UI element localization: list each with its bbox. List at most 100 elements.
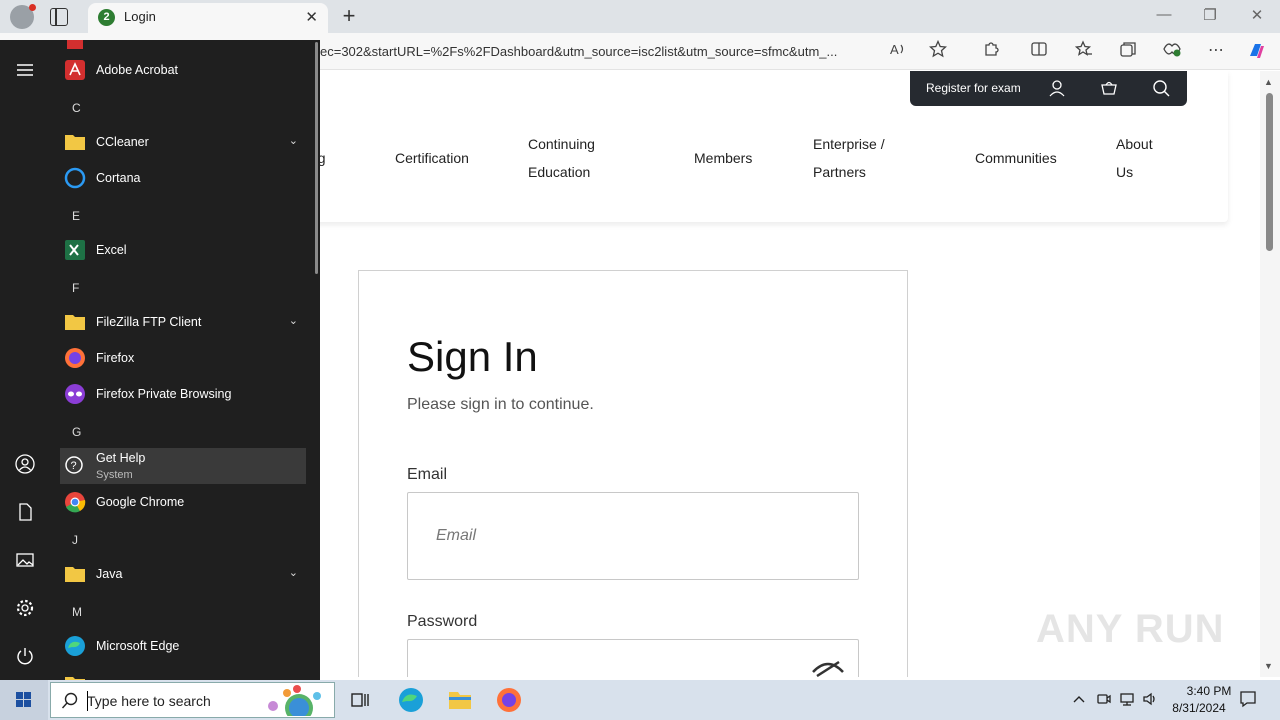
clock-time[interactable]: 3:40 PM — [1174, 684, 1244, 698]
tab-close-icon[interactable]: ✕ — [305, 8, 318, 26]
minimize-icon[interactable]: — — [1153, 6, 1175, 23]
clock-date[interactable]: 8/31/2024 — [1164, 701, 1234, 715]
list-item-ccleaner[interactable]: CCleaner ⌄ — [60, 124, 306, 160]
start-menu-scrollbar[interactable] — [315, 42, 318, 274]
split-screen-icon[interactable] — [1028, 40, 1050, 62]
list-item-get-help[interactable]: ? Get Help System — [60, 448, 306, 484]
browser-titlebar: 2 Login ✕ + — ❐ ✕ — [0, 0, 1280, 33]
nav-item-continuing-education[interactable]: Continuing Education — [528, 130, 595, 186]
new-tab-button[interactable]: + — [338, 3, 360, 29]
group-letter-f[interactable]: F — [72, 281, 79, 295]
svg-text:A: A — [890, 42, 899, 57]
nav-item-members[interactable]: Members — [694, 144, 752, 172]
favorites-icon[interactable] — [1073, 40, 1095, 62]
notifications-icon[interactable] — [1239, 690, 1257, 708]
extensions-icon[interactable] — [980, 40, 1002, 62]
account-icon[interactable] — [1048, 79, 1066, 97]
list-item-cortana[interactable]: Cortana — [60, 160, 306, 196]
group-letter-e[interactable]: E — [72, 209, 80, 223]
user-account-icon[interactable] — [15, 454, 35, 474]
file-explorer-icon[interactable] — [446, 686, 474, 714]
collections-icon[interactable] — [1117, 40, 1139, 62]
sign-in-card: Sign In Please sign in to continue. Emai… — [358, 270, 908, 677]
documents-icon[interactable] — [15, 502, 35, 522]
page-scrollbar[interactable]: ▲ ▼ — [1260, 71, 1280, 677]
browser-essentials-icon[interactable] — [1161, 40, 1183, 62]
copilot-icon[interactable] — [1246, 40, 1268, 62]
web-page: Register for exam ng Certification Conti… — [320, 71, 1260, 677]
search-icon[interactable] — [1152, 79, 1170, 97]
firefox-icon — [65, 348, 85, 368]
nav-item-training[interactable]: ng — [320, 144, 326, 172]
chevron-down-icon[interactable]: ⌄ — [289, 566, 298, 579]
search-highlight-illustration-icon — [268, 685, 321, 716]
taskbar-search-box[interactable]: Type here to search — [50, 682, 335, 718]
site-favicon-icon: 2 — [98, 9, 115, 26]
show-hidden-icons-chevron-icon[interactable] — [1071, 691, 1087, 707]
nav-item-enterprise-partners[interactable]: Enterprise / Partners — [813, 130, 885, 186]
tab-login[interactable]: 2 Login ✕ — [88, 3, 328, 33]
address-bar[interactable]: ec=302&startURL=%2Fs%2FDashboard&utm_sou… — [320, 44, 875, 59]
start-menu: Adobe Acrobat C CCleaner ⌄ Cortana E Exc… — [0, 40, 320, 680]
scroll-down-icon[interactable]: ▼ — [1264, 661, 1273, 671]
register-for-exam-link[interactable]: Register for exam — [926, 81, 1021, 95]
list-item-adobe-acrobat[interactable]: Adobe Acrobat — [60, 52, 306, 88]
edge-taskbar-icon[interactable] — [397, 686, 425, 714]
favorite-star-icon[interactable] — [927, 39, 949, 62]
svg-text:?: ? — [71, 460, 77, 472]
nav-item-about-us[interactable]: About Us — [1116, 130, 1153, 186]
chevron-down-icon[interactable]: ⌄ — [289, 134, 298, 147]
scroll-up-icon[interactable]: ▲ — [1264, 77, 1273, 87]
group-letter-j[interactable]: J — [72, 533, 78, 547]
restore-icon[interactable]: ❐ — [1199, 6, 1221, 24]
group-letter-m[interactable]: M — [72, 605, 82, 619]
volume-icon[interactable] — [1142, 691, 1158, 707]
cart-icon[interactable] — [1100, 79, 1118, 97]
window-close-icon[interactable]: ✕ — [1246, 6, 1268, 24]
utility-bar: Register for exam — [910, 71, 1187, 106]
firefox-private-icon — [65, 384, 85, 404]
hamburger-menu-icon[interactable] — [15, 60, 35, 80]
windows-start-button[interactable] — [0, 680, 48, 720]
firefox-taskbar-icon[interactable] — [495, 686, 523, 714]
folder-icon — [65, 567, 85, 582]
tab-actions-icon[interactable] — [50, 8, 68, 26]
folder-icon — [65, 315, 85, 330]
password-label: Password — [407, 613, 478, 630]
email-field[interactable] — [407, 492, 859, 580]
profile-avatar-icon[interactable] — [10, 4, 36, 29]
list-item-java[interactable]: Java ⌄ — [60, 556, 306, 592]
meet-now-icon[interactable] — [1096, 691, 1112, 707]
more-options-icon[interactable]: ⋯ — [1205, 40, 1227, 62]
chrome-icon — [65, 492, 86, 513]
anyrun-watermark: ANY RUN — [1036, 607, 1225, 651]
show-password-icon[interactable] — [811, 658, 845, 677]
search-placeholder: Type here to search — [87, 693, 211, 709]
group-letter-c[interactable]: C — [72, 101, 81, 115]
scrollbar-thumb[interactable] — [1266, 93, 1273, 251]
edge-icon — [65, 636, 85, 656]
nav-item-communities[interactable]: Communities — [975, 144, 1057, 172]
cortana-icon — [64, 167, 86, 189]
group-letter-g[interactable]: G — [72, 425, 81, 439]
task-view-icon[interactable] — [346, 686, 374, 714]
power-icon[interactable] — [15, 646, 35, 666]
sign-in-subtitle: Please sign in to continue. — [407, 396, 594, 413]
settings-gear-icon[interactable] — [15, 598, 35, 618]
start-app-list: Adobe Acrobat C CCleaner ⌄ Cortana E Exc… — [50, 40, 320, 680]
list-item-firefox[interactable]: Firefox — [60, 340, 306, 376]
chevron-down-icon[interactable]: ⌄ — [289, 314, 298, 327]
read-aloud-icon[interactable]: A — [887, 40, 909, 62]
folder-icon — [65, 135, 85, 150]
nav-item-certification[interactable]: Certification — [395, 144, 469, 172]
list-item-google-chrome[interactable]: Google Chrome — [60, 484, 306, 520]
list-item-filezilla[interactable]: FileZilla FTP Client ⌄ — [60, 304, 306, 340]
list-item-microsoft-edge[interactable]: Microsoft Edge — [60, 628, 306, 664]
taskbar: Type here to search 3:40 PM 8/31/2024 — [0, 680, 1280, 720]
password-field[interactable] — [407, 639, 859, 677]
list-item-firefox-private[interactable]: Firefox Private Browsing — [60, 376, 306, 412]
network-icon[interactable] — [1119, 691, 1135, 707]
list-item[interactable] — [60, 666, 306, 680]
list-item-excel[interactable]: Excel — [60, 232, 306, 268]
pictures-icon[interactable] — [15, 550, 35, 570]
